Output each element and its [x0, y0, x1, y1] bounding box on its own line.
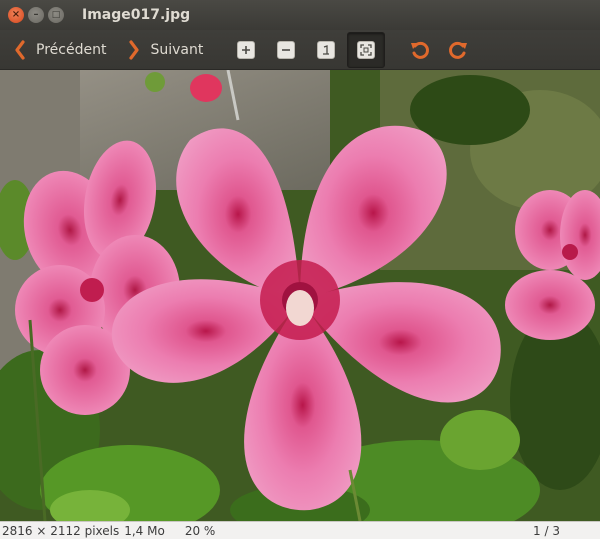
maximize-window-button[interactable]: □ [48, 7, 64, 23]
minimize-icon: – [33, 9, 39, 20]
zoom-level: 20 % [184, 523, 216, 538]
close-icon: × [11, 9, 21, 20]
zoom-in-icon [237, 40, 256, 59]
close-window-button[interactable]: × [8, 7, 24, 23]
rotate-left-button[interactable] [401, 32, 439, 68]
next-button[interactable]: Suivant [120, 34, 211, 66]
next-label: Suivant [150, 41, 204, 58]
rotate-left-icon [411, 41, 430, 59]
status-bar: 2816 × 2112 pixels 1,4 Mo 20 % 1 / 3 [0, 521, 600, 539]
rotate-right-button[interactable] [439, 32, 477, 68]
zoom-fit-icon [357, 40, 376, 59]
title-bar: × – □ Image017.jpg [0, 0, 600, 30]
zoom-out-button[interactable] [267, 32, 305, 68]
image-dimensions: 2816 × 2112 pixels [2, 523, 120, 538]
file-size: 1,4 Mo [124, 523, 165, 538]
page-indicator: 1 / 3 [533, 523, 560, 538]
image-viewport[interactable] [0, 70, 600, 521]
hibiscus-photo [0, 70, 600, 521]
minimize-window-button[interactable]: – [28, 7, 44, 23]
chevron-left-icon [15, 39, 25, 60]
previous-button[interactable]: Précédent [6, 34, 114, 66]
toolbar: Précédent Suivant [0, 30, 600, 70]
zoom-out-icon [277, 40, 296, 59]
rotate-right-icon [449, 41, 468, 59]
zoom-normal-icon [317, 40, 336, 59]
zoom-in-button[interactable] [227, 32, 265, 68]
zoom-normal-button[interactable] [307, 32, 345, 68]
previous-label: Précédent [36, 41, 107, 58]
maximize-icon: □ [51, 9, 61, 20]
zoom-fit-button[interactable] [347, 31, 386, 68]
chevron-right-icon [129, 39, 140, 60]
window-title: Image017.jpg [82, 7, 191, 23]
